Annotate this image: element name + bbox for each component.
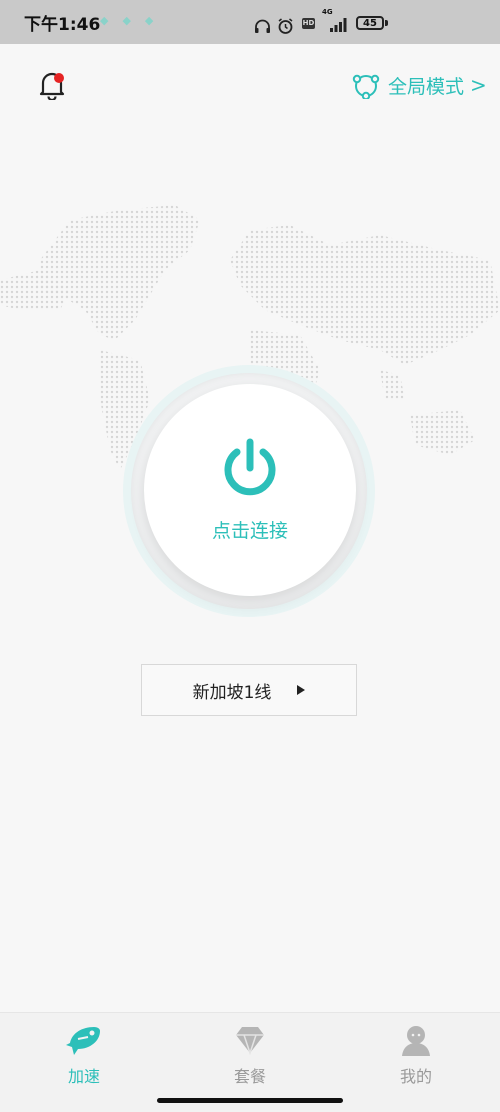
status-time: 下午1:46: [24, 15, 101, 35]
chevron-right-icon: >: [470, 73, 487, 97]
signal-icon: [330, 18, 347, 32]
bottom-nav: 加速 套餐 我的: [0, 1012, 500, 1112]
status-bar: 下午1:46 ◆◆◆ HD 4G 45: [0, 0, 500, 44]
battery-icon: 45: [356, 16, 384, 30]
connect-button[interactable]: 点击连接: [144, 384, 356, 596]
server-select-button[interactable]: 新加坡1线: [141, 664, 357, 716]
user-icon: [402, 1026, 430, 1056]
rocket-fish-icon: [66, 1027, 100, 1055]
hd-icon: HD: [302, 18, 315, 29]
battery-tip: [385, 20, 388, 26]
headphones-icon: [255, 19, 270, 33]
global-mode-label: 全局模式: [388, 75, 465, 98]
network-nodes-icon: [352, 74, 380, 99]
network-type: 4G: [322, 8, 333, 16]
diamond-icon: [236, 1027, 264, 1056]
nav-item-mine[interactable]: 我的: [356, 1023, 476, 1087]
nav-item-plans[interactable]: 套餐: [190, 1023, 310, 1087]
alarm-icon: [278, 18, 293, 34]
nav-label-plans: 套餐: [233, 1067, 266, 1086]
status-notification-icons: ◆◆◆: [100, 14, 168, 27]
connect-label: 点击连接: [211, 520, 288, 542]
nav-label-mine: 我的: [399, 1067, 432, 1086]
notification-dot: [54, 73, 64, 83]
play-arrow-icon: [297, 685, 306, 695]
nav-label-accelerate: 加速: [67, 1067, 100, 1086]
power-icon: [224, 438, 276, 496]
server-name: 新加坡1线: [192, 682, 272, 703]
home-indicator[interactable]: [157, 1098, 343, 1103]
global-mode-button[interactable]: 全局模式 >: [352, 70, 487, 100]
nav-item-accelerate[interactable]: 加速: [24, 1023, 144, 1087]
